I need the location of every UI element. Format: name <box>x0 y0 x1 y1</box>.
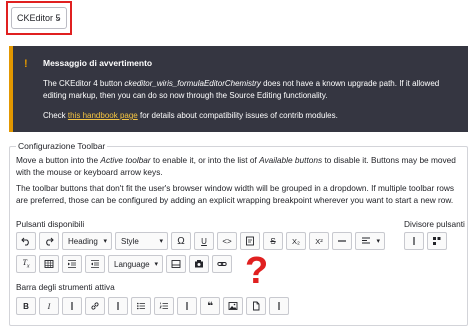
divider-icon <box>413 237 415 245</box>
chevron-down-icon: ▾ <box>154 261 158 268</box>
style-label: Style <box>121 236 139 246</box>
warning-icon: ! <box>24 58 28 70</box>
indent-icon <box>68 260 76 268</box>
desc1-a: Move a button into the <box>16 155 101 165</box>
dividers-label: Divisore pulsanti <box>404 219 465 229</box>
horizontal-line-icon <box>338 240 346 242</box>
wrapping-icon <box>433 237 441 245</box>
divider-button-active-1[interactable] <box>62 297 82 315</box>
outdent-icon <box>91 260 99 268</box>
divider-button-active-3[interactable] <box>177 297 197 315</box>
redo-button[interactable] <box>39 232 59 250</box>
embed-media-icon <box>195 260 203 268</box>
style-dropdown[interactable]: Style ▾ <box>115 232 168 250</box>
available-buttons-label: Pulsanti disponibili <box>16 219 85 229</box>
bold-icon: B <box>23 301 29 311</box>
table-button[interactable] <box>39 255 59 273</box>
divider-icon <box>278 302 280 310</box>
warning-check-prefix: Check <box>43 111 68 120</box>
source-editing-icon <box>246 236 254 246</box>
redo-icon <box>46 237 54 246</box>
warning-body-text: The CKEditor 4 button <box>43 79 125 88</box>
blockquote-button[interactable]: ❝ <box>200 297 220 315</box>
editor-select-value: CKEditor 5 <box>17 13 61 23</box>
code-icon: <> <box>222 236 232 246</box>
desc1-available-buttons: Available buttons <box>259 155 323 165</box>
horizontal-line-button[interactable] <box>332 232 352 250</box>
image-icon <box>228 302 238 310</box>
special-characters-button[interactable]: Ω <box>171 232 191 250</box>
source-editing-button[interactable] <box>240 232 260 250</box>
image-button[interactable] <box>223 297 243 315</box>
active-toolbar-label: Barra degli strumenti attiva <box>16 282 115 292</box>
warning-check-suffix: for details about compatibility issues o… <box>137 111 338 120</box>
language-label: Language <box>114 259 150 269</box>
warning-body-module: ckeditor_wiris_formulaEditorChemistry <box>124 79 261 88</box>
handbook-link[interactable]: this handbook page <box>68 111 138 120</box>
code-button[interactable]: <> <box>217 232 237 250</box>
heading-label: Heading <box>68 236 98 246</box>
undo-button[interactable] <box>16 232 36 250</box>
file-icon <box>253 301 260 311</box>
table-icon <box>44 260 54 268</box>
underline-icon: U <box>201 236 207 246</box>
indent-button[interactable] <box>62 255 82 273</box>
question-mark-annotation: ? <box>245 250 269 292</box>
media-icon <box>171 260 181 268</box>
bulleted-list-button[interactable] <box>131 297 151 315</box>
italic-button[interactable]: I <box>39 297 59 315</box>
blockquote-icon: ❝ <box>207 300 213 312</box>
toolbar-description-1: Move a button into the Active toolbar to… <box>16 154 464 178</box>
divider-button-active-4[interactable] <box>269 297 289 315</box>
heading-dropdown[interactable]: Heading ▾ <box>62 232 112 250</box>
warning-title: Messaggio di avvertimento <box>43 58 153 68</box>
remove-format-button[interactable]: Tx <box>16 255 36 273</box>
superscript-button[interactable]: X² <box>309 232 329 250</box>
chevron-down-icon: ▾ <box>103 238 107 245</box>
remove-format-icon: Tx <box>22 258 30 270</box>
chevron-down-icon: ▾ <box>376 238 380 245</box>
desc1-b: to enable it, or into the list of <box>150 155 260 165</box>
numbered-list-icon <box>159 302 168 309</box>
strikethrough-icon: S <box>270 236 276 246</box>
strikethrough-button[interactable]: S <box>263 232 283 250</box>
embed-media-button[interactable] <box>189 255 209 273</box>
align-icon <box>362 237 370 244</box>
link-icon <box>91 302 99 310</box>
chain-link-icon <box>217 262 227 266</box>
link-button[interactable] <box>85 297 105 315</box>
media-button[interactable] <box>166 255 186 273</box>
subscript-button[interactable]: X₂ <box>286 232 306 250</box>
language-dropdown[interactable]: Language ▾ <box>108 255 163 273</box>
divider-button[interactable] <box>404 232 424 250</box>
warning-check: Check this handbook page for details abo… <box>43 110 463 122</box>
chain-link-button[interactable] <box>212 255 232 273</box>
bulleted-list-icon <box>137 302 145 310</box>
file-upload-button[interactable] <box>246 297 266 315</box>
toolbar-config-legend: Configurazione Toolbar <box>16 141 108 151</box>
divider-icon <box>117 302 119 310</box>
omega-icon: Ω <box>177 235 185 247</box>
chevron-down-icon: ▾ <box>159 238 163 245</box>
italic-icon: I <box>47 301 51 311</box>
warning-body: The CKEditor 4 button ckeditor_wiris_for… <box>43 78 463 102</box>
outdent-button[interactable] <box>85 255 105 273</box>
divider-button-active-2[interactable] <box>108 297 128 315</box>
chevron-down-icon: ⌄ <box>55 13 62 22</box>
numbered-list-button[interactable] <box>154 297 174 315</box>
undo-icon <box>21 237 29 246</box>
subscript-icon: X₂ <box>292 236 300 246</box>
bold-button[interactable]: B <box>16 297 36 315</box>
divider-icon <box>71 302 73 310</box>
underline-button[interactable]: U <box>194 232 214 250</box>
divider-icon <box>186 302 188 310</box>
desc1-active-toolbar: Active toolbar <box>100 155 151 165</box>
superscript-icon: X² <box>315 236 323 246</box>
alignment-dropdown[interactable]: ▾ <box>355 232 385 250</box>
wrapping-button[interactable] <box>427 232 447 250</box>
toolbar-description-2: The toolbar buttons that don't fit the u… <box>16 183 455 205</box>
editor-select[interactable]: CKEditor 5 ⌄ <box>11 7 67 29</box>
warning-message: ! Messaggio di avvertimento The CKEditor… <box>9 46 468 132</box>
